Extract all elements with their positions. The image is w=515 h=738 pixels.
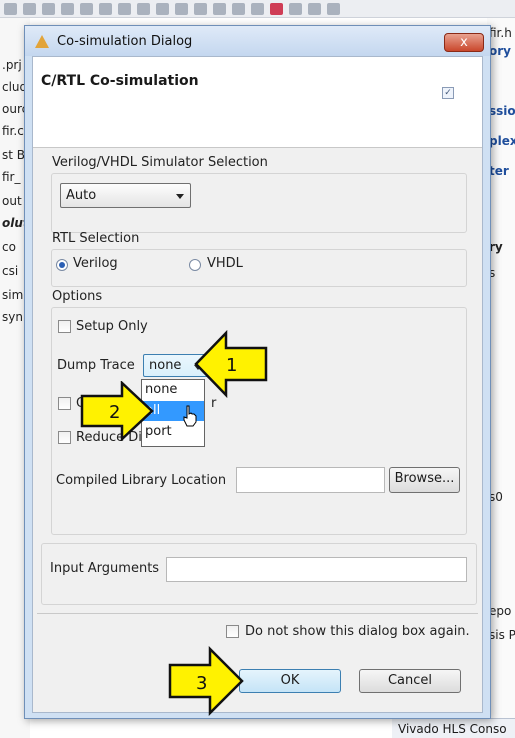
toolbar-icon[interactable] — [213, 3, 226, 15]
radio-vhdl-label[interactable]: VHDL — [207, 256, 243, 271]
ok-button[interactable]: OK — [239, 669, 341, 693]
explorer-item[interactable]: sim — [2, 288, 23, 302]
toolbar-icon[interactable] — [99, 3, 112, 15]
simulator-select-value: Auto — [66, 188, 97, 203]
dialog-header: C/RTL Co-simulation ✓ — [33, 57, 482, 148]
explorer-item[interactable]: out — [2, 194, 22, 208]
panel-text: plex — [489, 134, 515, 148]
panel-text: ry — [489, 240, 503, 254]
toolbar-icon[interactable] — [118, 3, 131, 15]
callout-number-3: 3 — [196, 673, 207, 694]
explorer-item[interactable]: csi — [2, 264, 18, 278]
explorer-item[interactable]: fir.c — [2, 124, 24, 138]
panel-text: epo — [489, 604, 512, 618]
toolbar-icon[interactable] — [289, 3, 302, 15]
options-label: Options — [52, 289, 103, 304]
toolbar-icon[interactable] — [156, 3, 169, 15]
compiled-library-input[interactable] — [236, 467, 385, 493]
panel-text: sis P — [489, 628, 515, 642]
editor-panel: fir.h ory ssio plex ter ry s s0 epo sis … — [487, 18, 515, 738]
dont-show-label[interactable]: Do not show this dialog box again. — [245, 624, 470, 639]
dont-show-checkbox[interactable] — [226, 625, 239, 638]
panel-text: ory — [489, 44, 511, 58]
toolbar-icon[interactable] — [137, 3, 150, 15]
header-title: C/RTL Co-simulation — [41, 73, 199, 89]
setup-only-label[interactable]: Setup Only — [76, 319, 148, 334]
ide-toolbar — [0, 0, 515, 18]
hidden-option-label-tail: r — [211, 396, 217, 411]
callout-number-2: 2 — [109, 402, 120, 423]
explorer-item[interactable]: st B — [2, 148, 25, 162]
explorer-item[interactable]: fir_ — [2, 170, 21, 184]
explorer-item[interactable]: .prj — [2, 58, 22, 72]
explorer-item[interactable]: syn — [2, 310, 23, 324]
stop-icon[interactable] — [270, 3, 283, 15]
callout-arrow-3: 3 — [168, 646, 244, 716]
simulator-select[interactable]: Auto — [60, 183, 191, 208]
toolbar-icon[interactable] — [175, 3, 188, 15]
toolbar-icon[interactable] — [251, 3, 264, 15]
toolbar-icon[interactable] — [308, 3, 321, 15]
callout-number-1: 1 — [226, 355, 237, 376]
dump-trace-value: none — [149, 358, 182, 373]
callout-arrow-1: 1 — [194, 330, 268, 398]
panel-text: ssio — [489, 104, 515, 118]
panel-text: ter — [489, 164, 509, 178]
input-arguments-input[interactable] — [166, 557, 467, 582]
toolbar-icon[interactable] — [42, 3, 55, 15]
rtl-label: RTL Selection — [52, 231, 140, 246]
close-button[interactable]: x — [444, 33, 484, 52]
radio-vhdl[interactable] — [189, 259, 201, 271]
setup-only-checkbox[interactable] — [58, 320, 71, 333]
vivado-logo-icon — [35, 35, 49, 48]
radio-verilog-label[interactable]: Verilog — [73, 256, 118, 271]
radio-verilog[interactable] — [56, 259, 68, 271]
toolbar-icon[interactable] — [232, 3, 245, 15]
dump-trace-label: Dump Trace — [57, 358, 135, 373]
hidden-option-checkbox[interactable] — [58, 397, 71, 410]
hand-cursor-icon — [183, 405, 197, 427]
dialog-titlebar[interactable]: Co-simulation Dialog x — [25, 26, 490, 56]
toolbar-icon[interactable] — [194, 3, 207, 15]
console-tab[interactable]: Vivado HLS Conso — [392, 718, 515, 738]
header-checkbox[interactable]: ✓ — [442, 87, 454, 99]
chevron-down-icon — [176, 194, 184, 199]
explorer-item[interactable]: co — [2, 240, 16, 254]
toolbar-icon[interactable] — [61, 3, 74, 15]
compiled-library-label: Compiled Library Location — [56, 473, 227, 488]
dialog-title: Co-simulation Dialog — [57, 34, 193, 49]
toolbar-icon[interactable] — [23, 3, 36, 15]
browse-button[interactable]: Browse... — [389, 467, 460, 493]
reduce-diskspace-checkbox[interactable] — [58, 431, 71, 444]
panel-text: s0 — [489, 490, 503, 504]
editor-tab[interactable]: fir.h — [489, 26, 512, 40]
toolbar-icon[interactable] — [80, 3, 93, 15]
simulator-label: Verilog/VHDL Simulator Selection — [52, 155, 268, 170]
input-arguments-label: Input Arguments — [50, 561, 160, 576]
callout-arrow-2: 2 — [80, 381, 154, 441]
toolbar-icon[interactable] — [327, 3, 340, 15]
divider — [37, 613, 478, 614]
cancel-button[interactable]: Cancel — [359, 669, 461, 693]
toolbar-icon[interactable] — [4, 3, 17, 15]
